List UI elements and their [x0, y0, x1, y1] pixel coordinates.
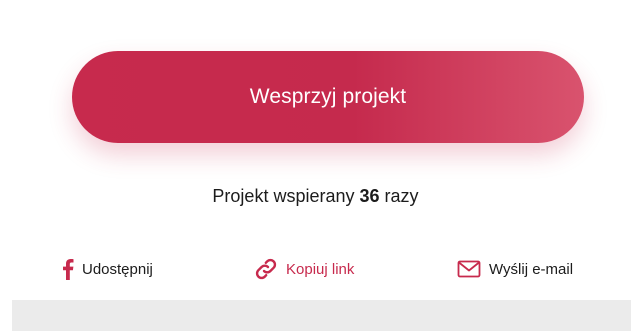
share-options: Udostępnij Kopiuj link Wyślij e-mail	[0, 256, 631, 282]
supported-count: 36	[359, 186, 380, 206]
link-icon	[254, 257, 278, 281]
mail-icon	[457, 260, 481, 278]
copy-link-button[interactable]: Kopiuj link	[254, 256, 354, 282]
copy-link-label: Kopiuj link	[286, 260, 355, 278]
supported-prefix: Projekt wspierany	[212, 186, 355, 206]
supported-count-text: Projekt wspierany 36 razy	[0, 186, 631, 207]
support-project-button[interactable]: Wesprzyj projekt	[72, 51, 584, 143]
facebook-icon	[62, 258, 74, 280]
bottom-section-band	[12, 300, 631, 331]
share-facebook-label: Udostępnij	[82, 260, 153, 278]
share-facebook-link[interactable]: Udostępnij	[62, 256, 153, 282]
supported-suffix: razy	[384, 186, 419, 206]
send-email-link[interactable]: Wyślij e-mail	[457, 256, 573, 282]
send-email-label: Wyślij e-mail	[489, 260, 574, 278]
project-support-panel: Wesprzyj projekt Projekt wspierany 36 ra…	[0, 0, 631, 331]
support-project-button-label: Wesprzyj projekt	[249, 85, 407, 108]
